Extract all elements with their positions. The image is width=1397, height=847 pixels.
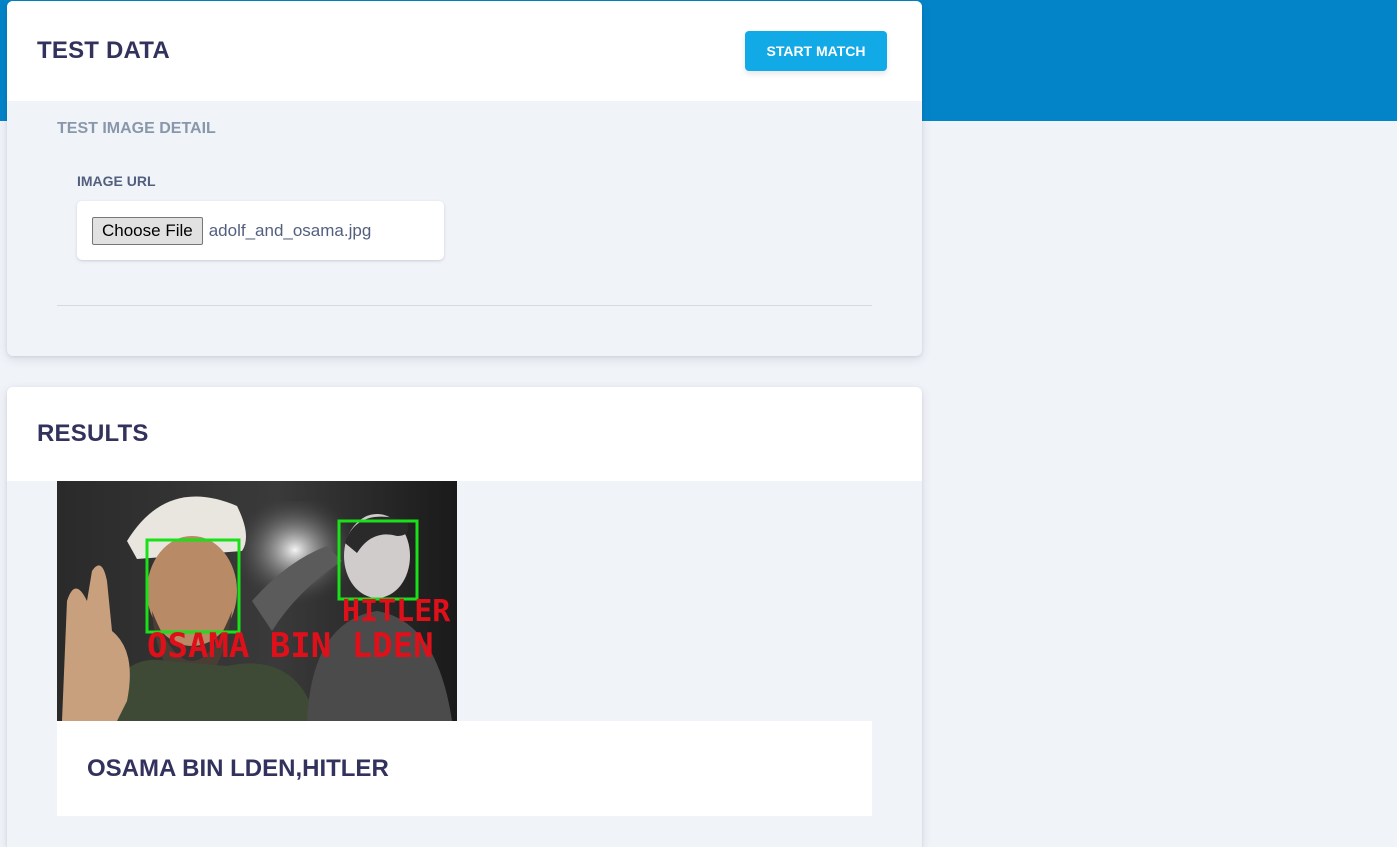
start-match-button[interactable]: START MATCH: [745, 31, 887, 71]
test-image-detail-heading: TEST IMAGE DETAIL: [57, 120, 216, 137]
face-detection-image: HITLER OSAMA BIN LDEN: [57, 481, 457, 721]
results-card: RESULTS HITLER OSAMA BIN LDEN OSAMA BIN …: [7, 387, 922, 847]
match-result-text: OSAMA BIN LDEN,HITLER: [87, 754, 389, 782]
result-caption: OSAMA BIN LDEN,HITLER: [57, 721, 872, 816]
detection-label-osama: OSAMA BIN LDEN: [147, 626, 434, 666]
test-data-title: TEST DATA: [37, 37, 170, 64]
image-file-input[interactable]: Choose File adolf_and_osama.jpg: [77, 201, 444, 260]
results-title: RESULTS: [37, 420, 149, 447]
choose-file-button[interactable]: Choose File: [92, 216, 203, 245]
selected-file-name: adolf_and_osama.jpg: [208, 220, 372, 240]
detection-label-hitler: HITLER: [342, 594, 451, 629]
section-divider: [57, 305, 872, 306]
image-url-label: IMAGE URL: [77, 173, 156, 189]
results-header: RESULTS: [7, 387, 922, 481]
test-data-header: TEST DATA START MATCH: [7, 1, 922, 101]
test-data-card: TEST DATA START MATCH TEST IMAGE DETAIL …: [7, 1, 922, 356]
result-image: HITLER OSAMA BIN LDEN: [57, 481, 457, 721]
